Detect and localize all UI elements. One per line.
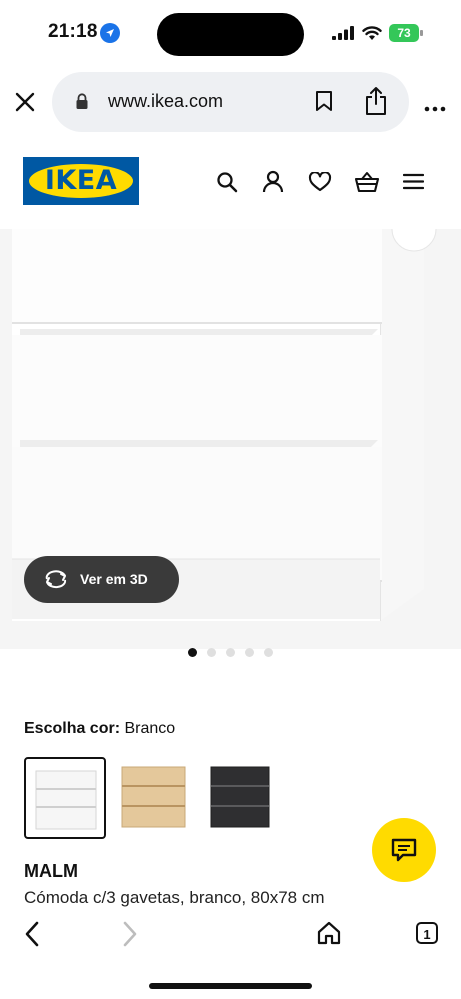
dynamic-island [157, 13, 304, 56]
home-icon[interactable] [317, 921, 341, 950]
color-label-title: Escolha cor: [24, 720, 121, 737]
wifi-icon [361, 24, 383, 46]
share-icon[interactable] [364, 86, 388, 121]
search-icon[interactable] [216, 171, 238, 198]
url-text[interactable]: www.ikea.com [108, 91, 223, 112]
chat-button[interactable] [372, 818, 436, 882]
carousel-dot-1[interactable] [188, 648, 197, 657]
address-bar[interactable] [52, 72, 409, 132]
shopping-basket-icon[interactable] [354, 170, 380, 198]
rotate-3d-icon [43, 569, 69, 594]
tabs-count-button[interactable]: 1 [416, 922, 438, 944]
home-indicator [149, 983, 312, 989]
product-description: Cómoda c/3 gavetas, branco, 80x78 cm [24, 888, 325, 907]
bookmark-icon[interactable] [315, 90, 333, 117]
color-swatch-black-brown[interactable] [204, 757, 284, 837]
color-swatch-oak[interactable] [115, 757, 195, 837]
back-arrow-icon[interactable] [24, 921, 40, 952]
selected-color-name: Branco [124, 720, 176, 737]
wishlist-heart-icon[interactable] [308, 171, 332, 197]
product-name[interactable]: MALM [24, 861, 78, 882]
carousel-dot-2[interactable] [207, 648, 216, 657]
battery-indicator: 73 [389, 24, 419, 42]
carousel-dot-5[interactable] [264, 648, 273, 657]
more-options-icon[interactable] [424, 99, 446, 117]
lock-icon [75, 93, 89, 115]
forward-arrow-icon[interactable] [122, 921, 138, 952]
view-3d-label: Ver em 3D [80, 571, 148, 587]
location-icon [100, 23, 120, 43]
account-icon[interactable] [262, 170, 284, 198]
status-time: 21:18 [48, 21, 98, 42]
ikea-logo-text: IKEA [44, 165, 118, 196]
color-swatch-white[interactable] [24, 757, 106, 839]
carousel-dot-4[interactable] [245, 648, 254, 657]
battery-tip [420, 30, 423, 36]
color-selection-label: Escolha cor: Branco [24, 720, 175, 738]
carousel-dot-3[interactable] [226, 648, 235, 657]
close-tab-icon[interactable] [14, 91, 36, 118]
signal-icon [332, 26, 354, 45]
menu-hamburger-icon[interactable] [402, 173, 425, 195]
